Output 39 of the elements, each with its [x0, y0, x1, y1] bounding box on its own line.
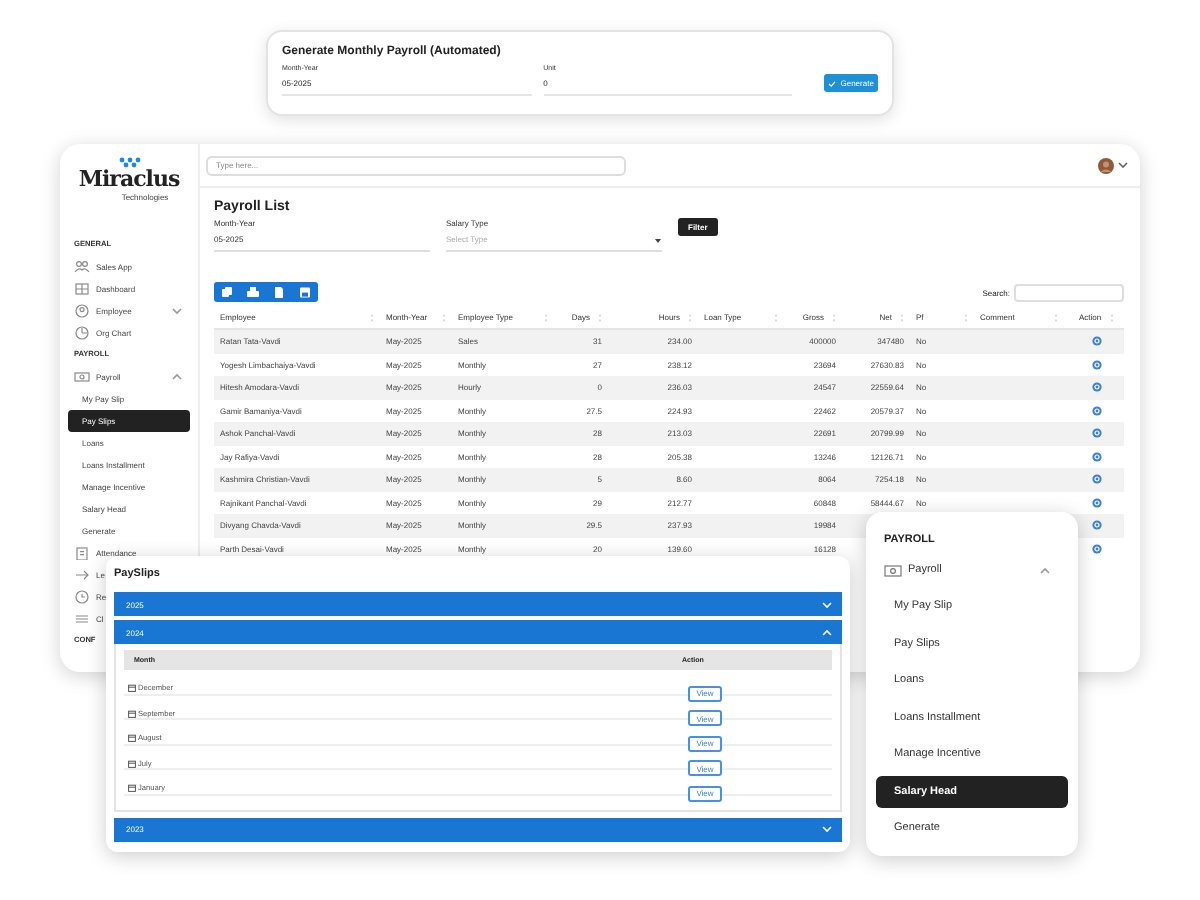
chevron-down-icon	[1118, 160, 1128, 170]
gear-icon[interactable]	[1091, 405, 1101, 416]
calendar-icon	[128, 684, 136, 692]
banknote-icon	[74, 370, 90, 384]
list-icon	[74, 612, 90, 626]
calendar-icon	[128, 759, 136, 767]
document-icon[interactable]	[272, 285, 286, 299]
grid-icon	[74, 282, 90, 296]
copy-icon[interactable]	[220, 285, 234, 299]
search-field[interactable]	[1014, 283, 1124, 301]
logo-wordmark: Miraclus	[78, 168, 180, 192]
calendar-icon	[128, 709, 136, 717]
gear-icon[interactable]	[1091, 428, 1101, 439]
clock-icon	[74, 590, 90, 604]
clipboard-icon	[74, 546, 90, 560]
chevron-down-icon	[172, 306, 182, 316]
gear-icon[interactable]	[1091, 336, 1101, 347]
gear-icon[interactable]	[1091, 520, 1101, 531]
gear-icon[interactable]	[1091, 451, 1101, 462]
chart-icon	[74, 326, 90, 340]
save-icon[interactable]	[298, 285, 312, 299]
avatar[interactable]	[1098, 157, 1114, 173]
check-icon	[828, 79, 837, 87]
gear-icon[interactable]	[1091, 474, 1101, 485]
printer-icon[interactable]	[246, 285, 260, 299]
gear-icon[interactable]	[1091, 382, 1101, 393]
banknote-icon	[884, 563, 902, 577]
chevron-up-icon	[172, 372, 182, 382]
calendar-icon	[128, 784, 136, 792]
gear-icon[interactable]	[1091, 543, 1101, 554]
people-icon	[74, 260, 90, 274]
arrow-icon	[74, 568, 90, 582]
gear-icon[interactable]	[1091, 497, 1101, 508]
person-icon	[74, 304, 90, 318]
calendar-icon	[128, 734, 136, 742]
gear-icon[interactable]	[1091, 359, 1101, 370]
chevron-up-icon	[1040, 565, 1052, 575]
logo-dots-icon	[115, 156, 143, 168]
dropdown-icon	[654, 237, 662, 243]
